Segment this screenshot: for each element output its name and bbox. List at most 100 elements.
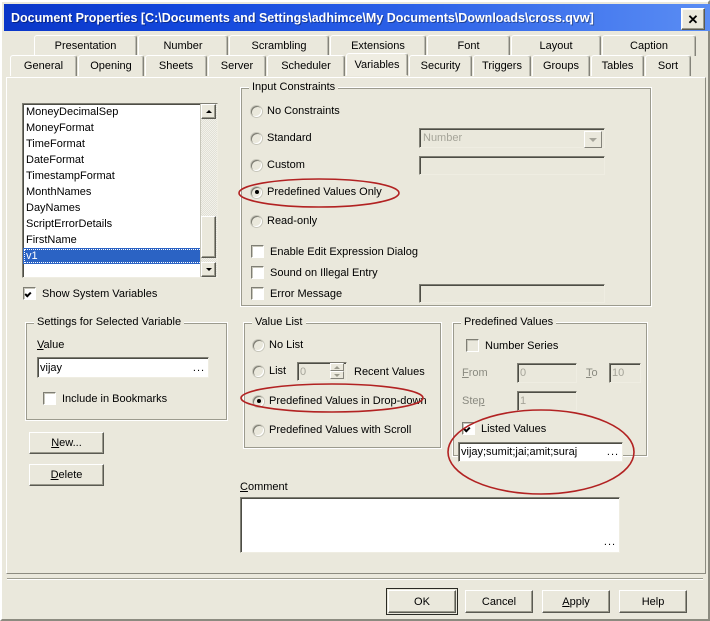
sound-on-illegal-entry-checkbox[interactable]: Sound on Illegal Entry (251, 266, 378, 279)
tab-variables[interactable]: Variables (346, 53, 408, 76)
spinner-down-icon[interactable] (330, 371, 344, 379)
list-item[interactable]: MoneyFormat (23, 120, 217, 136)
tab-sheets[interactable]: Sheets (145, 55, 207, 76)
include-in-bookmarks-checkbox[interactable]: Include in Bookmarks (43, 392, 167, 405)
list-item[interactable]: DayNames (23, 200, 217, 216)
error-message-input[interactable] (419, 284, 605, 303)
spinner-up-icon[interactable] (330, 363, 344, 371)
list-item[interactable]: ScriptErrorDetails (23, 216, 217, 232)
input-constraints-title: Input Constraints (249, 81, 339, 93)
to-input[interactable]: 10 (609, 363, 641, 383)
radio-dot (253, 339, 264, 351)
checkbox-box (462, 422, 475, 435)
value-ellipsis-button[interactable]: ... (191, 363, 207, 377)
standard-type-value: Number (423, 132, 463, 144)
variables-tab-page: MoneyDecimalSep MoneyFormat TimeFormat D… (6, 77, 706, 574)
list-item[interactable]: FirstName (23, 232, 217, 248)
list-item[interactable]: MonthNames (23, 184, 217, 200)
delete-variable-button[interactable]: Delete (29, 464, 104, 486)
tab-scheduler[interactable]: Scheduler (267, 55, 345, 76)
custom-constraint-input[interactable] (419, 156, 605, 175)
chevron-down-icon[interactable] (584, 131, 602, 148)
value-list-title: Value List (252, 316, 306, 328)
tab-tables[interactable]: Tables (591, 55, 644, 76)
list-item[interactable]: MoneyDecimalSep (23, 104, 217, 120)
radio-predefined-values-only[interactable]: Predefined Values Only (251, 186, 382, 198)
listed-values-ellipsis-button[interactable]: ... (605, 447, 621, 461)
list-item[interactable]: DateFormat (23, 152, 217, 168)
tab-row-bottom: General Opening Sheets Server Scheduler … (10, 53, 692, 76)
recent-values-label: Recent Values (354, 366, 425, 378)
show-system-variables-checkbox[interactable]: Show System Variables (23, 287, 157, 300)
value-list-group: Value List No List List 0 Recent Values … (243, 316, 442, 449)
apply-button[interactable]: Apply (542, 590, 610, 613)
checkbox-label: Number Series (485, 339, 559, 352)
listed-values-input[interactable]: vijay;sumit;jai;amit;suraj ... (458, 442, 623, 462)
tab-caption[interactable]: Caption (602, 35, 696, 56)
checkbox-box (466, 339, 479, 352)
window-title: Document Properties [C:\Documents and Se… (11, 10, 594, 25)
radio-dot (251, 105, 262, 117)
title-bar: Document Properties [C:\Documents and Se… (4, 4, 710, 31)
radio-standard[interactable]: Standard (251, 132, 312, 144)
list-item[interactable]: TimestampFormat (23, 168, 217, 184)
radio-label: No Constraints (267, 105, 340, 117)
radio-dot (251, 186, 262, 198)
listed-values-checkbox[interactable]: Listed Values (462, 422, 546, 435)
close-icon[interactable]: ✕ (681, 8, 705, 30)
comment-ellipsis-button[interactable]: ... (602, 537, 618, 551)
radio-read-only[interactable]: Read-only (251, 215, 317, 227)
radio-dot (253, 424, 264, 436)
tab-font[interactable]: Font (427, 35, 510, 56)
radio-no-list[interactable]: No List (253, 339, 303, 351)
list-item-selected[interactable]: v1 (23, 248, 217, 264)
checkbox-label: Sound on Illegal Entry (270, 266, 378, 279)
checkbox-label: Error Message (270, 287, 343, 300)
radio-no-constraints[interactable]: No Constraints (251, 105, 340, 117)
standard-type-combo[interactable]: Number (419, 128, 605, 148)
new-variable-button[interactable]: New... (29, 432, 104, 454)
tab-scrambling[interactable]: Scrambling (229, 35, 329, 56)
variable-listbox[interactable]: MoneyDecimalSep MoneyFormat TimeFormat D… (22, 103, 218, 278)
checkbox-label: Include in Bookmarks (62, 392, 168, 405)
radio-dot (251, 215, 262, 227)
scrollbar-thumb[interactable] (201, 216, 216, 258)
tab-sort[interactable]: Sort (645, 55, 691, 76)
number-series-checkbox[interactable]: Number Series (466, 339, 558, 352)
settings-for-selected-variable-group: Settings for Selected Variable Value vij… (25, 316, 228, 421)
variable-value-input[interactable]: vijay ... (37, 357, 209, 378)
tab-general[interactable]: General (10, 55, 77, 76)
ok-button[interactable]: OK (386, 588, 458, 615)
listbox-scrollbar[interactable] (200, 104, 217, 277)
help-button[interactable]: Help (619, 590, 687, 613)
settings-group-title: Settings for Selected Variable (34, 316, 185, 328)
list-item[interactable]: TimeFormat (23, 136, 217, 152)
comment-textarea[interactable]: ... (240, 497, 620, 553)
tab-layout[interactable]: Layout (511, 35, 601, 56)
tab-presentation[interactable]: Presentation (34, 35, 137, 56)
input-constraints-group: Input Constraints No Constraints Standar… (240, 81, 652, 307)
error-message-checkbox[interactable]: Error Message (251, 287, 342, 300)
from-input[interactable]: 0 (517, 363, 577, 383)
radio-dot (251, 159, 262, 171)
checkbox-box (43, 392, 56, 405)
tab-number[interactable]: Number (138, 35, 228, 56)
radio-label: Read-only (267, 215, 318, 227)
scroll-down-icon[interactable] (201, 262, 216, 277)
scroll-up-icon[interactable] (201, 104, 216, 119)
enable-edit-expression-dialog-checkbox[interactable]: Enable Edit Expression Dialog (251, 245, 418, 258)
tab-security[interactable]: Security (409, 55, 472, 76)
radio-predefined-values-with-scroll[interactable]: Predefined Values with Scroll (253, 424, 411, 436)
tab-groups[interactable]: Groups (532, 55, 590, 76)
cancel-button[interactable]: Cancel (465, 590, 533, 613)
tab-server[interactable]: Server (208, 55, 266, 76)
recent-values-spinner[interactable] (330, 363, 344, 380)
tab-triggers[interactable]: Triggers (473, 55, 531, 76)
to-label: To (586, 367, 598, 379)
step-input[interactable]: 1 (517, 391, 577, 411)
radio-list[interactable]: List (253, 365, 286, 377)
tab-opening[interactable]: Opening (78, 55, 144, 76)
radio-predefined-values-in-dropdown[interactable]: Predefined Values in Drop-down (253, 395, 427, 407)
radio-custom[interactable]: Custom (251, 159, 305, 171)
show-system-variables-label: Show System Variables (42, 287, 158, 300)
